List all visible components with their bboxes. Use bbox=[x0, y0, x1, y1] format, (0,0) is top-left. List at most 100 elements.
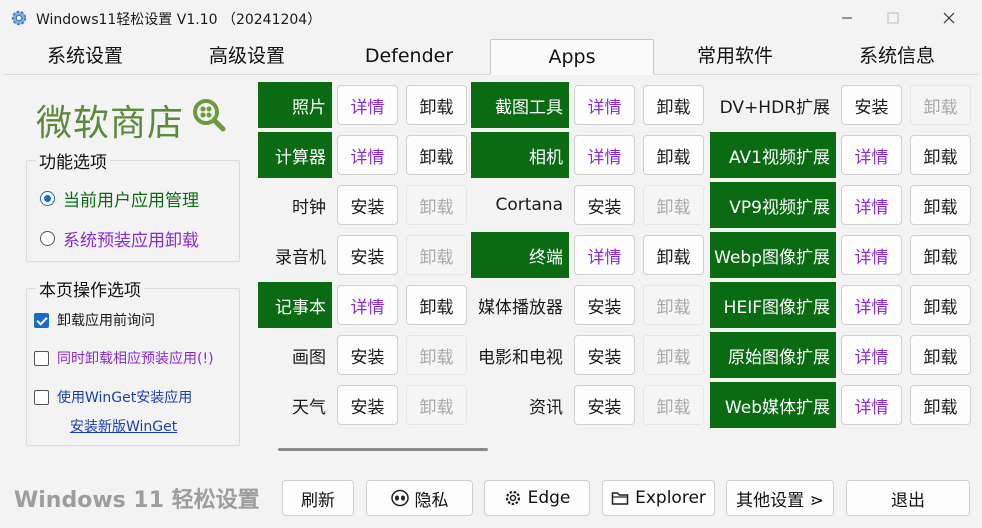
app-install-button[interactable]: 安装 bbox=[574, 335, 635, 375]
radio-current-user-apps[interactable]: 当前用户应用管理 bbox=[40, 186, 199, 211]
app-uninstall-button[interactable]: 卸载 bbox=[406, 385, 467, 425]
close-button[interactable] bbox=[926, 0, 972, 36]
app-name: HEIF图像扩展 bbox=[710, 282, 836, 328]
app-uninstall-button[interactable]: 卸载 bbox=[910, 335, 971, 375]
check-ask-before-uninstall-label: 卸载应用前询问 bbox=[57, 313, 155, 329]
minimize-icon bbox=[842, 17, 852, 19]
app-install-button[interactable]: 安装 bbox=[337, 385, 398, 425]
app-uninstall-button[interactable]: 卸载 bbox=[643, 385, 704, 425]
app-uninstall-button[interactable]: 卸载 bbox=[910, 135, 971, 175]
check-use-winget[interactable]: 使用WinGet安装应用 bbox=[34, 387, 192, 407]
app-row: VP9视频扩展 详情 卸载 bbox=[710, 182, 976, 228]
app-row: Cortana 安装 卸载 bbox=[471, 182, 709, 228]
app-uninstall-button[interactable]: 卸载 bbox=[910, 385, 971, 425]
edge-button[interactable]: Edge bbox=[484, 480, 590, 516]
app-details-button[interactable]: 详情 bbox=[337, 285, 398, 325]
app-row: 原始图像扩展 详情 卸载 bbox=[710, 332, 976, 378]
radio-preinstalled-apps[interactable]: 系统预装应用卸载 bbox=[40, 226, 199, 251]
app-install-button[interactable]: 安装 bbox=[574, 285, 635, 325]
app-uninstall-button[interactable]: 卸载 bbox=[406, 85, 467, 125]
app-uninstall-button[interactable]: 卸载 bbox=[406, 185, 467, 225]
tab-system-settings[interactable]: 系统设置 bbox=[4, 39, 166, 75]
app-name: 计算器 bbox=[258, 132, 332, 178]
app-name: 照片 bbox=[258, 82, 332, 128]
minimize-button[interactable] bbox=[824, 0, 870, 36]
refresh-button-label: 刷新 bbox=[301, 490, 335, 511]
app-details-button[interactable]: 详情 bbox=[337, 135, 398, 175]
close-icon bbox=[943, 12, 955, 24]
app-row: 电影和电视 安装 卸载 bbox=[471, 332, 709, 378]
app-uninstall-button[interactable]: 卸载 bbox=[406, 285, 467, 325]
app-install-button[interactable]: 安装 bbox=[841, 85, 902, 125]
app-name: DV+HDR扩展 bbox=[719, 97, 830, 118]
check-ask-before-uninstall[interactable]: 卸载应用前询问 bbox=[34, 310, 155, 330]
app-details-button[interactable]: 详情 bbox=[337, 85, 398, 125]
app-details-button[interactable]: 详情 bbox=[841, 335, 902, 375]
app-row: 资讯 安装 卸载 bbox=[471, 382, 709, 428]
app-uninstall-button[interactable]: 卸载 bbox=[643, 135, 704, 175]
window-title: Windows11轻松设置 V1.10 （20241204） bbox=[36, 12, 322, 28]
app-details-button[interactable]: 详情 bbox=[841, 385, 902, 425]
function-options-label: 功能选项 bbox=[36, 148, 110, 173]
app-uninstall-button[interactable]: 卸载 bbox=[643, 285, 704, 325]
app-install-button[interactable]: 安装 bbox=[337, 335, 398, 375]
app-uninstall-button[interactable]: 卸载 bbox=[643, 335, 704, 375]
checkbox-unchecked[interactable] bbox=[34, 350, 49, 366]
app-details-button[interactable]: 详情 bbox=[841, 185, 902, 225]
maximize-icon bbox=[887, 12, 899, 24]
app-row: 截图工具 详情 卸载 bbox=[471, 82, 709, 128]
checkbox-checked[interactable] bbox=[34, 312, 49, 328]
app-details-button[interactable]: 详情 bbox=[841, 285, 902, 325]
footer-brand: Windows 11 轻松设置 bbox=[14, 488, 260, 513]
install-winget-link[interactable]: 安装新版WinGet bbox=[70, 416, 177, 436]
tab-common-software[interactable]: 常用软件 bbox=[654, 39, 816, 75]
app-details-button[interactable]: 详情 bbox=[841, 235, 902, 275]
app-uninstall-button[interactable]: 卸载 bbox=[910, 285, 971, 325]
app-uninstall-button[interactable]: 卸载 bbox=[406, 235, 467, 275]
app-row: 照片 详情 卸载 bbox=[258, 82, 472, 128]
app-name: Web媒体扩展 bbox=[710, 382, 836, 428]
app-name: 资讯 bbox=[529, 397, 563, 418]
app-details-button[interactable]: 详情 bbox=[841, 135, 902, 175]
radio-selected-indicator[interactable] bbox=[40, 191, 55, 206]
app-uninstall-button[interactable]: 卸载 bbox=[643, 185, 704, 225]
store-title: 微软商店 bbox=[36, 103, 185, 144]
app-install-button[interactable]: 安装 bbox=[574, 185, 635, 225]
title-bar: Windows11轻松设置 V1.10 （20241204） bbox=[0, 0, 982, 38]
app-uninstall-button[interactable]: 卸载 bbox=[910, 235, 971, 275]
exit-button[interactable]: 退出 bbox=[846, 480, 970, 516]
horizontal-scrollbar[interactable] bbox=[278, 448, 488, 451]
refresh-button[interactable]: 刷新 bbox=[282, 480, 354, 516]
app-uninstall-button[interactable]: 卸载 bbox=[643, 235, 704, 275]
privacy-button-label: 隐私 bbox=[414, 490, 449, 511]
app-install-button[interactable]: 安装 bbox=[337, 185, 398, 225]
tab-system-info[interactable]: 系统信息 bbox=[816, 39, 978, 75]
app-gear-icon bbox=[11, 10, 27, 26]
tab-bar: 系统设置 高级设置 Defender Apps 常用软件 系统信息 bbox=[4, 39, 978, 75]
app-details-button[interactable]: 详情 bbox=[574, 135, 635, 175]
app-name: Webp图像扩展 bbox=[710, 232, 836, 278]
app-row: Web媒体扩展 详情 卸载 bbox=[710, 382, 976, 428]
app-uninstall-button[interactable]: 卸载 bbox=[406, 135, 467, 175]
app-details-button[interactable]: 详情 bbox=[574, 235, 635, 275]
checkbox-unchecked[interactable] bbox=[34, 389, 49, 405]
app-install-button[interactable]: 安装 bbox=[574, 385, 635, 425]
check-uninstall-preinstalled[interactable]: 同时卸载相应预装应用(!) bbox=[34, 348, 214, 368]
privacy-button[interactable]: 隐私 bbox=[366, 480, 473, 516]
tab-defender[interactable]: Defender bbox=[328, 39, 490, 75]
app-uninstall-button[interactable]: 卸载 bbox=[643, 85, 704, 125]
explorer-button[interactable]: Explorer bbox=[602, 480, 715, 516]
gear-icon bbox=[505, 490, 520, 506]
other-settings-button[interactable]: 其他设置 ⋗ bbox=[726, 480, 834, 516]
app-details-button[interactable]: 详情 bbox=[574, 85, 635, 125]
maximize-button[interactable] bbox=[870, 0, 916, 36]
app-uninstall-button[interactable]: 卸载 bbox=[910, 85, 971, 125]
tab-apps[interactable]: Apps bbox=[490, 39, 654, 75]
app-row: 计算器 详情 卸载 bbox=[258, 132, 472, 178]
app-install-button[interactable]: 安装 bbox=[337, 235, 398, 275]
radio-unselected-indicator[interactable] bbox=[40, 231, 55, 246]
app-uninstall-button[interactable]: 卸载 bbox=[910, 185, 971, 225]
app-uninstall-button[interactable]: 卸载 bbox=[406, 335, 467, 375]
tab-advanced-settings[interactable]: 高级设置 bbox=[166, 39, 328, 75]
app-name: VP9视频扩展 bbox=[710, 182, 836, 228]
